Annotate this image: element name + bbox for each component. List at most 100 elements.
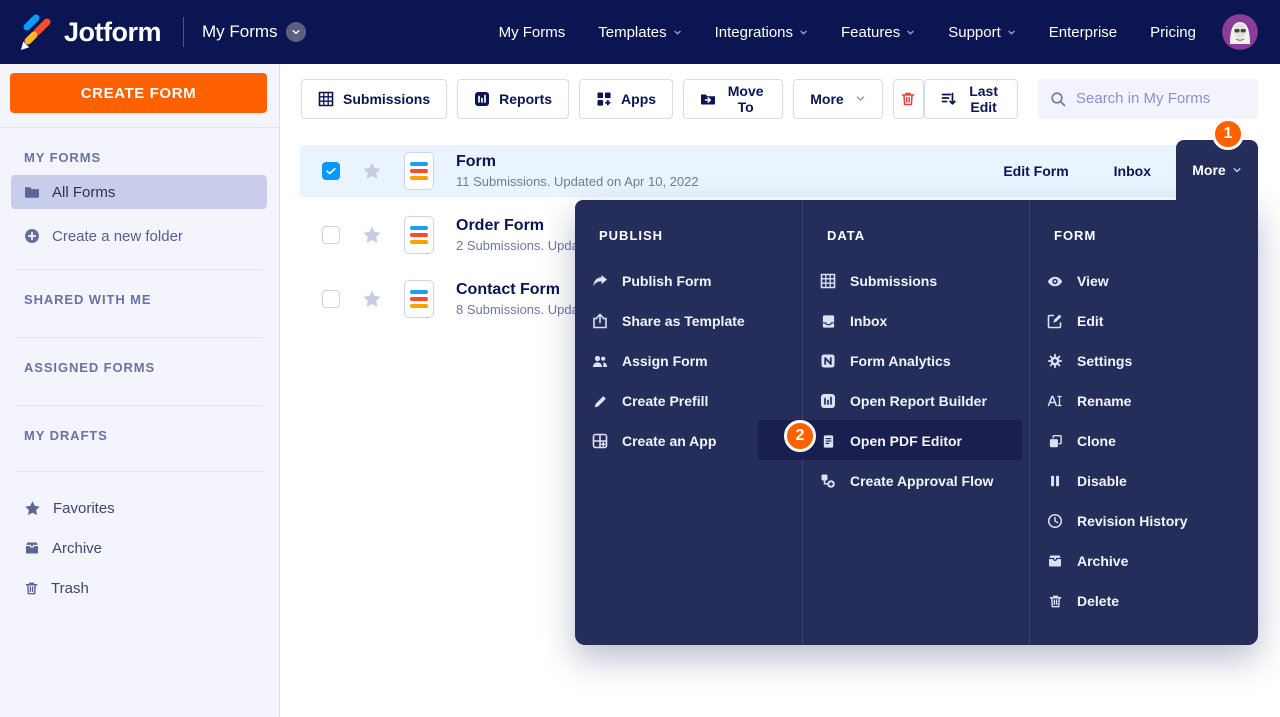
menu-item-label: Clone <box>1077 433 1116 449</box>
form-title[interactable]: Form <box>456 153 699 171</box>
my-forms-heading: MY FORMS <box>24 150 102 165</box>
sidebar-item-favorites[interactable]: Favorites <box>11 492 267 524</box>
divider <box>183 17 184 47</box>
trash-icon <box>1047 594 1063 609</box>
plus-circle-icon <box>24 228 40 244</box>
menu-item-revision-history[interactable]: Revision History <box>1030 501 1256 541</box>
sidebar-item-create-folder[interactable]: Create a new folder <box>11 219 267 253</box>
share-arrow-icon <box>592 273 608 290</box>
divider <box>16 471 263 472</box>
user-avatar[interactable] <box>1222 14 1258 50</box>
menu-item-label: Publish Form <box>622 273 712 289</box>
menu-item-create-prefill[interactable]: Create Prefill <box>575 381 802 421</box>
sidebar-item-all-forms[interactable]: All Forms <box>11 175 267 209</box>
form-title[interactable]: Contact Form <box>456 281 579 299</box>
menu-item-create-an-app[interactable]: Create an App <box>575 421 802 461</box>
star-icon[interactable] <box>362 289 382 309</box>
create-form-button[interactable]: CREATE FORM <box>10 73 267 113</box>
star-icon[interactable] <box>362 225 382 245</box>
menu-item-clone[interactable]: Clone <box>1030 421 1256 461</box>
nav-features[interactable]: Features <box>841 24 915 41</box>
brand-wordmark[interactable]: Jotform <box>64 17 162 48</box>
row-more-button-active[interactable]: More <box>1176 140 1258 200</box>
menu-item-label: Rename <box>1077 393 1132 409</box>
nav-my-forms[interactable]: My Forms <box>499 24 566 41</box>
menu-item-share-as-template[interactable]: Share as Template <box>575 301 802 341</box>
report-icon <box>820 393 836 409</box>
app-window-icon <box>592 433 608 449</box>
form-title[interactable]: Order Form <box>456 217 579 235</box>
menu-item-edit[interactable]: Edit <box>1030 301 1256 341</box>
search-box <box>1038 78 1258 119</box>
menu-item-open-pdf-editor[interactable]: Open PDF Editor <box>803 421 1029 461</box>
sidebar-item-assigned-forms[interactable]: ASSIGNED FORMS <box>24 360 279 375</box>
menu-heading-publish: PUBLISH <box>599 228 664 243</box>
menu-item-submissions[interactable]: Submissions <box>803 261 1029 301</box>
eye-icon <box>1047 273 1063 290</box>
nav-templates[interactable]: Templates <box>598 24 681 41</box>
chevron-down-icon <box>855 93 866 104</box>
sidebar-item-label: Archive <box>52 539 103 557</box>
menu-item-publish-form[interactable]: Publish Form <box>575 261 802 301</box>
menu-item-label: Submissions <box>850 273 938 289</box>
gear-icon <box>1047 353 1063 369</box>
submissions-button[interactable]: Submissions <box>301 78 448 119</box>
menu-item-inbox[interactable]: Inbox <box>803 301 1029 341</box>
row-checkbox[interactable] <box>322 290 340 308</box>
sidebar-item-my-drafts[interactable]: MY DRAFTS <box>24 428 279 443</box>
menu-item-create-approval-flow[interactable]: Create Approval Flow <box>803 461 1029 501</box>
divider <box>16 269 263 270</box>
menu-item-assign-form[interactable]: Assign Form <box>575 341 802 381</box>
menu-item-label: Form Analytics <box>850 353 951 369</box>
menu-item-label: View <box>1077 273 1109 289</box>
jotform-logo-icon[interactable] <box>18 13 52 51</box>
menu-item-label: Delete <box>1077 593 1120 609</box>
pdf-document-icon <box>820 434 836 449</box>
row-checkbox-checked[interactable] <box>322 162 340 180</box>
inbox-link[interactable]: Inbox <box>1114 163 1151 179</box>
menu-item-rename[interactable]: Rename <box>1030 381 1256 421</box>
star-icon[interactable] <box>362 161 382 181</box>
sidebar-item-label: Trash <box>51 579 89 597</box>
menu-item-archive[interactable]: Archive <box>1030 541 1256 581</box>
form-subtitle: 2 Submissions. Upda <box>456 238 579 253</box>
sidebar-item-shared-with-me[interactable]: SHARED WITH ME <box>24 292 279 307</box>
form-row-form[interactable]: Form 11 Submissions. Updated on Apr 10, … <box>300 145 1258 197</box>
menu-item-form-analytics[interactable]: Form Analytics <box>803 341 1029 381</box>
row-checkbox[interactable] <box>322 226 340 244</box>
menu-item-label: Revision History <box>1077 513 1188 529</box>
more-toolbar-button[interactable]: More <box>793 78 883 119</box>
top-navbar: Jotform My Forms My Forms Templates Inte… <box>0 0 1280 64</box>
menu-column-form: FORM View Edit Settings Rename Clone Dis… <box>1029 200 1256 645</box>
nav-integrations[interactable]: Integrations <box>715 24 808 41</box>
sort-button[interactable]: Last Edit <box>924 78 1018 119</box>
menu-item-disable[interactable]: Disable <box>1030 461 1256 501</box>
form-thumbnail-icon <box>404 216 434 254</box>
step-badge-2: 2 <box>784 420 816 452</box>
delete-selected-button[interactable] <box>892 78 925 119</box>
menu-item-view[interactable]: View <box>1030 261 1256 301</box>
nav-enterprise[interactable]: Enterprise <box>1049 24 1117 41</box>
menu-item-settings[interactable]: Settings <box>1030 341 1256 381</box>
inbox-icon <box>820 314 836 329</box>
sidebar-item-archive[interactable]: Archive <box>11 532 267 564</box>
reports-button[interactable]: Reports <box>457 78 570 119</box>
move-to-button[interactable]: Move To <box>683 78 784 119</box>
form-subtitle: 8 Submissions. Upda <box>456 302 579 317</box>
sidebar: CREATE FORM MY FORMS All Forms Create a … <box>0 64 280 717</box>
workspace-switcher[interactable]: My Forms <box>202 22 306 42</box>
nav-support[interactable]: Support <box>948 24 1016 41</box>
folder-icon <box>24 184 40 200</box>
menu-item-delete[interactable]: Delete <box>1030 581 1256 621</box>
divider <box>0 127 279 128</box>
star-icon <box>24 500 41 517</box>
clock-icon <box>1047 513 1063 529</box>
menu-heading-data: DATA <box>827 228 866 243</box>
edit-form-link[interactable]: Edit Form <box>1003 163 1068 179</box>
sidebar-item-trash[interactable]: Trash <box>11 572 267 604</box>
menu-item-label: Disable <box>1077 473 1127 489</box>
nav-pricing[interactable]: Pricing <box>1150 24 1196 41</box>
menu-item-open-report-builder[interactable]: Open Report Builder <box>803 381 1029 421</box>
apps-button[interactable]: Apps <box>579 78 674 119</box>
search-input[interactable] <box>1076 90 1246 107</box>
